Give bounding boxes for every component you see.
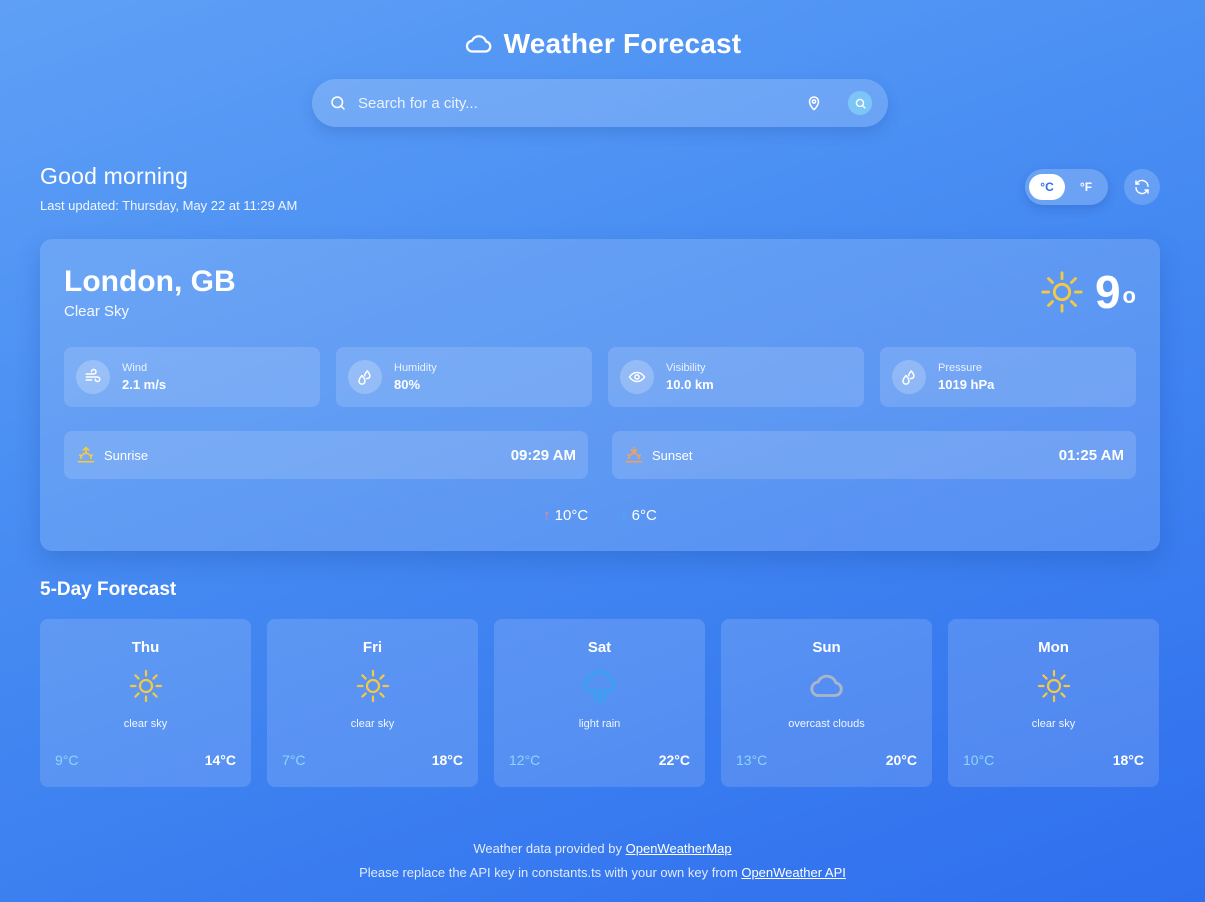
forecast-high: 14°C [204, 752, 236, 768]
search-input[interactable] [358, 94, 802, 112]
forecast-high: 18°C [1112, 752, 1144, 768]
footer-text: Weather data provided by [473, 841, 626, 856]
forecast-high: 18°C [431, 752, 463, 768]
rain-icon [494, 666, 705, 706]
greeting-text: Good morning [40, 163, 189, 189]
droplet-icon [348, 360, 382, 394]
high-temp-value: 10°C [554, 507, 589, 524]
stat-value: 80% [394, 377, 421, 392]
forecast-desc: clear sky [1031, 718, 1076, 730]
forecast-high: 20°C [885, 752, 917, 768]
stat-label: Humidity [394, 362, 437, 374]
arrow-down-icon: ↓ [620, 507, 628, 524]
forecast-day-card: Fri clear sky 7°C 18°C [267, 619, 478, 787]
sunrise-icon [77, 446, 95, 463]
forecast-day-card: Mon clear sky 10°C 18°C [948, 619, 1159, 787]
pressure-stat: Pressure 1019 hPa [880, 347, 1136, 407]
forecast-low: 9°C [55, 752, 79, 768]
forecast-desc: overcast clouds [788, 718, 865, 730]
sunset-label: Sunset [652, 447, 693, 463]
footer: Weather data provided by OpenWeatherMap … [0, 837, 1205, 885]
forecast-day: Sun [812, 639, 841, 656]
high-low-row: ↑ 10°C ↓ 6°C [40, 507, 1160, 524]
stat-value: 1019 hPa [938, 377, 995, 392]
current-temp: 9 [1094, 266, 1121, 318]
humidity-stat: Humidity 80% [336, 347, 592, 407]
app-title: Weather Forecast [503, 28, 742, 59]
last-updated-text: Last updated: Thursday, May 22 at 11:29 … [40, 198, 298, 213]
forecast-high: 22°C [658, 752, 690, 768]
sun-icon [1041, 271, 1083, 313]
search-icon [328, 93, 348, 113]
refresh-icon [1135, 179, 1149, 195]
sunrise-time: 09:29 AM [510, 446, 576, 464]
sunrise-label: Sunrise [104, 447, 149, 463]
degree-symbol: o [1122, 283, 1136, 308]
forecast-day: Fri [362, 639, 383, 656]
cloud-icon [465, 35, 492, 53]
current-weather-card: London, GB Clear Sky 9 o Wind 2.1 m/s Hu… [40, 239, 1160, 551]
stat-value: 10.0 km [666, 377, 714, 392]
sunset-icon [625, 446, 643, 463]
sunset-time: 01:25 AM [1058, 446, 1124, 464]
forecast-day: Sat [587, 639, 612, 656]
cloud-icon [721, 666, 932, 706]
forecast-low: 12°C [509, 752, 541, 768]
eye-icon [620, 360, 654, 394]
openweather-api-link[interactable]: OpenWeather API [741, 865, 846, 880]
refresh-button[interactable] [1124, 169, 1160, 205]
location-pin-icon[interactable] [802, 91, 826, 115]
celsius-button[interactable]: °C [1029, 174, 1065, 200]
wind-stat: Wind 2.1 m/s [64, 347, 320, 407]
forecast-desc: light rain [578, 718, 621, 730]
unit-toggle: °C °F [1025, 169, 1108, 205]
forecast-day: Mon [1038, 639, 1069, 656]
openweathermap-link[interactable]: OpenWeatherMap [626, 841, 732, 856]
sun-icon [267, 666, 478, 706]
forecast-desc: clear sky [123, 718, 168, 730]
high-temp: ↑ 10°C [543, 507, 588, 524]
forecast-day-card: Thu clear sky 9°C 14°C [40, 619, 251, 787]
footer-line-2: Please replace the API key in constants.… [0, 861, 1205, 885]
search-submit-button[interactable] [848, 91, 872, 115]
forecast-low: 7°C [282, 752, 306, 768]
low-temp: ↓ 6°C [620, 507, 657, 524]
forecast-low: 13°C [736, 752, 768, 768]
greeting-block: Good morning Last updated: Thursday, May… [40, 163, 297, 213]
stat-value: 2.1 m/s [122, 377, 167, 392]
droplet-icon [892, 360, 926, 394]
footer-text: Please replace the API key in constants.… [359, 865, 742, 880]
forecast-title: 5-Day Forecast [40, 579, 177, 600]
forecast-low: 10°C [963, 752, 995, 768]
app-header: Weather Forecast [0, 28, 1205, 64]
visibility-stat: Visibility 10.0 km [608, 347, 864, 407]
sun-icon [948, 666, 1159, 706]
city-name: London, GB [64, 265, 236, 298]
forecast-day-card: Sat light rain 12°C 22°C [494, 619, 705, 787]
stat-label: Pressure [938, 362, 983, 374]
wind-icon [76, 360, 110, 394]
fahrenheit-button[interactable]: °F [1068, 174, 1104, 200]
sunrise-row: Sunrise 09:29 AM [64, 431, 588, 479]
stat-label: Wind [122, 362, 148, 374]
stat-label: Visibility [666, 362, 706, 374]
current-temp-block: 9 o [1039, 269, 1136, 315]
app-title-row: Weather Forecast [464, 28, 742, 60]
arrow-up-icon: ↑ [543, 507, 551, 524]
forecast-day: Thu [131, 639, 160, 656]
footer-line-1: Weather data provided by OpenWeatherMap [0, 837, 1205, 861]
sunset-row: Sunset 01:25 AM [612, 431, 1136, 479]
sun-icon [40, 666, 251, 706]
current-condition: Clear Sky [64, 303, 130, 320]
search-bar [312, 79, 888, 127]
low-temp-value: 6°C [631, 507, 657, 524]
forecast-desc: clear sky [350, 718, 395, 730]
forecast-day-card: Sun overcast clouds 13°C 20°C [721, 619, 932, 787]
